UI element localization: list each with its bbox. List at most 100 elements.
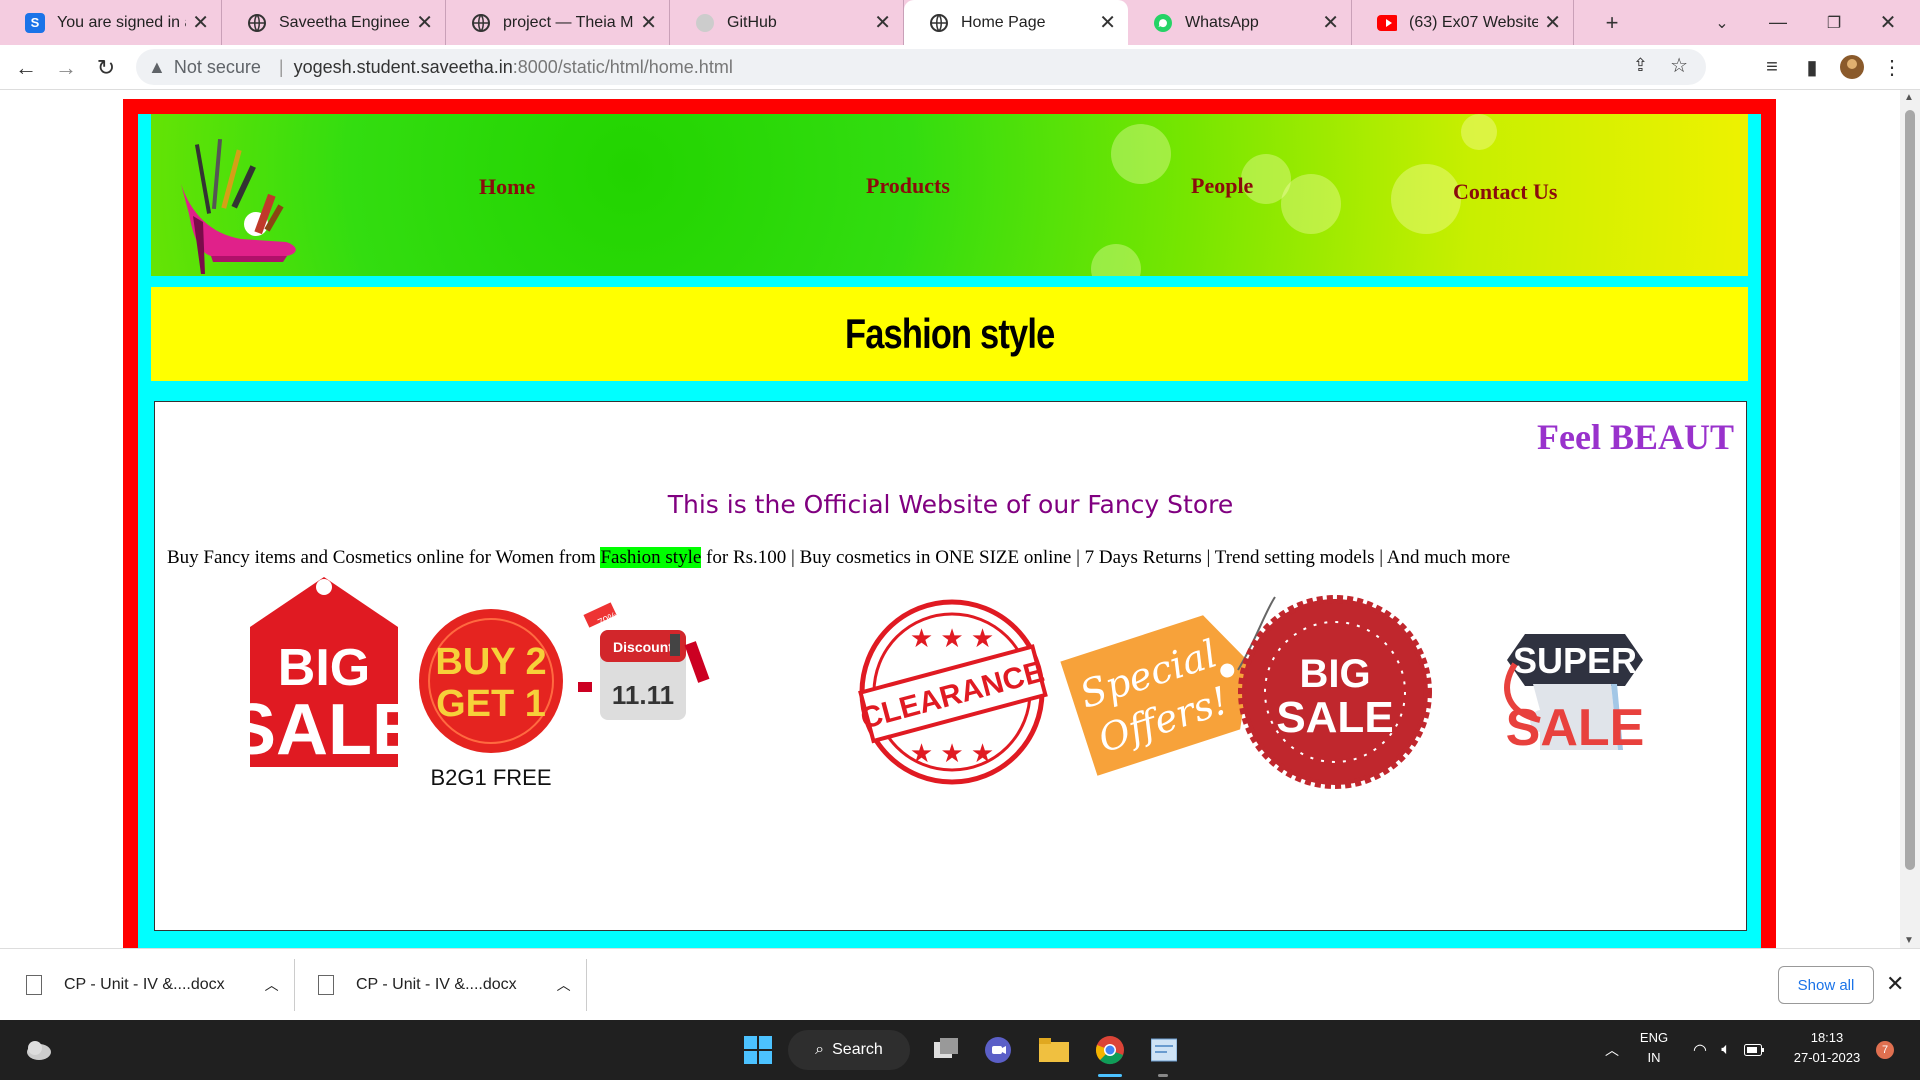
wifi-icon[interactable]: ◠ bbox=[1688, 1030, 1712, 1070]
speaker-icon[interactable]: 🔈︎ bbox=[1714, 1030, 1738, 1070]
warning-icon[interactable]: ▲ bbox=[148, 57, 166, 78]
star-icon: ★ ★ ★ bbox=[910, 623, 994, 653]
tab-signed-in[interactable]: S You are signed in as 2 ✕ bbox=[0, 0, 222, 45]
close-window-button[interactable]: ✕ bbox=[1868, 0, 1908, 45]
globe-icon bbox=[471, 13, 491, 33]
chrome-icon[interactable] bbox=[1090, 1030, 1130, 1070]
task-view-icon[interactable] bbox=[928, 1030, 964, 1070]
page-red-frame: Home Products People Contact Us Fashion … bbox=[123, 99, 1776, 948]
close-tab-icon[interactable]: ✕ bbox=[1099, 10, 1116, 35]
clearance-stamp-badge: CLEARANCE ★ ★ ★ ★ ★ ★ bbox=[857, 599, 1048, 785]
tab-title: Home Page bbox=[961, 13, 1046, 31]
badge-text: SALE bbox=[1506, 699, 1645, 757]
globe-icon bbox=[247, 13, 267, 33]
banner-title: Fashion style bbox=[844, 310, 1055, 357]
new-tab-button[interactable]: + bbox=[1594, 0, 1630, 45]
show-all-button[interactable]: Show all bbox=[1778, 966, 1874, 1004]
close-tab-icon[interactable]: ✕ bbox=[1322, 10, 1339, 35]
download-item[interactable]: CP - Unit - IV &....docx ︿ bbox=[26, 949, 294, 1021]
divider bbox=[294, 959, 295, 1011]
high-heel-logo bbox=[181, 138, 296, 274]
tab-youtube[interactable]: (63) Ex07 Website for ✕ bbox=[1352, 0, 1574, 45]
title-banner: Fashion style bbox=[151, 287, 1748, 381]
tab-saveetha[interactable]: Saveetha Engineering ✕ bbox=[222, 0, 446, 45]
chevron-up-icon[interactable]: ︿ bbox=[1600, 1030, 1624, 1070]
tab-title: Saveetha Engineering bbox=[279, 13, 410, 31]
separator: | bbox=[278, 56, 284, 77]
globe-icon bbox=[929, 13, 949, 33]
teams-chat-icon[interactable] bbox=[980, 1030, 1016, 1070]
language-indicator[interactable]: ENG IN bbox=[1636, 1028, 1672, 1068]
whatsapp-icon bbox=[1153, 13, 1173, 33]
app-icon[interactable] bbox=[1146, 1030, 1182, 1070]
content-box: Feel BEAUT This is the Official Website … bbox=[154, 401, 1747, 931]
discount-calendar-badge: Discount 11.11 70% bbox=[578, 602, 710, 720]
start-button[interactable] bbox=[740, 1030, 776, 1070]
tab-title: WhatsApp bbox=[1185, 13, 1259, 31]
scrollbar-thumb[interactable] bbox=[1905, 110, 1915, 870]
forward-button[interactable]: → bbox=[48, 45, 84, 90]
tab-whatsapp[interactable]: WhatsApp ✕ bbox=[1128, 0, 1352, 45]
file-explorer-icon[interactable] bbox=[1036, 1030, 1072, 1070]
reload-button[interactable]: ↻ bbox=[88, 45, 124, 90]
tab-home-page[interactable]: Home Page ✕ bbox=[904, 0, 1128, 45]
minimize-button[interactable]: — bbox=[1758, 0, 1798, 45]
github-icon bbox=[695, 13, 715, 33]
chevron-up-icon[interactable]: ︿ bbox=[265, 975, 279, 995]
site-header: Home Products People Contact Us bbox=[151, 114, 1748, 276]
divider bbox=[586, 959, 587, 1011]
close-tab-icon[interactable]: ✕ bbox=[1544, 10, 1561, 35]
tab-search-chevron-icon[interactable]: ⌄ bbox=[1704, 0, 1740, 45]
back-button[interactable]: ← bbox=[8, 45, 44, 90]
bokeh-circle bbox=[1391, 164, 1461, 234]
security-label[interactable]: Not secure bbox=[174, 57, 261, 78]
close-tab-icon[interactable]: ✕ bbox=[416, 10, 433, 35]
lang-label: ENG bbox=[1639, 1030, 1669, 1045]
menu-kebab-icon[interactable]: ⋮ bbox=[1876, 51, 1908, 83]
nav-home-link[interactable]: Home bbox=[479, 174, 535, 200]
buy2-get1-badge: BUY 2 GET 1 B2G1 FREE bbox=[419, 609, 563, 790]
battery-icon[interactable] bbox=[1742, 1030, 1766, 1070]
close-tab-icon[interactable]: ✕ bbox=[192, 10, 209, 35]
badge-text: SALE bbox=[228, 690, 420, 770]
nav-products-link[interactable]: Products bbox=[866, 173, 950, 199]
tab-theia[interactable]: project — Theia Multi ✕ bbox=[446, 0, 670, 45]
sale-badges: BIG SALE BUY 2 GET 1 B2G1 FREE Discount … bbox=[228, 577, 1645, 790]
close-tab-icon[interactable]: ✕ bbox=[874, 10, 891, 35]
tab-github[interactable]: GitHub ✕ bbox=[670, 0, 904, 45]
nav-contact-link[interactable]: Contact Us bbox=[1453, 179, 1558, 205]
notification-badge[interactable]: 7 bbox=[1876, 1041, 1894, 1059]
download-filename: CP - Unit - IV &....docx bbox=[356, 976, 517, 993]
chevron-up-icon[interactable]: ︿ bbox=[557, 975, 571, 995]
address-bar[interactable]: ▲ Not secure | yogesh.student.saveetha.i… bbox=[136, 49, 1706, 85]
tab-title: (63) Ex07 Website for bbox=[1409, 13, 1539, 31]
reading-list-icon[interactable]: ≡ bbox=[1756, 51, 1788, 83]
toolbar: ← → ↻ ▲ Not secure | yogesh.student.save… bbox=[0, 45, 1920, 90]
browser-tab-strip: S You are signed in as 2 ✕ Saveetha Engi… bbox=[0, 0, 1920, 45]
date-label: 27-01-2023 bbox=[1793, 1050, 1861, 1065]
star-icon[interactable]: ☆ bbox=[1670, 53, 1688, 78]
close-download-bar-icon[interactable]: ✕ bbox=[1886, 971, 1904, 997]
badge-text: BUY 2 bbox=[435, 641, 546, 683]
running-app-indicator bbox=[1158, 1074, 1168, 1077]
weather-icon[interactable] bbox=[20, 1030, 56, 1070]
badge-text: SALE bbox=[1276, 693, 1393, 742]
clock[interactable]: 18:13 27-01-2023 bbox=[1782, 1028, 1872, 1068]
bokeh-circle bbox=[1111, 124, 1171, 184]
avatar[interactable] bbox=[1836, 51, 1868, 83]
badge-text: BIG bbox=[278, 639, 370, 697]
nav-people-link[interactable]: People bbox=[1191, 173, 1253, 199]
star-icon: ★ ★ ★ bbox=[910, 738, 994, 768]
share-icon[interactable]: ⇪ bbox=[1633, 55, 1648, 76]
download-item[interactable]: CP - Unit - IV &....docx ︿ bbox=[318, 949, 586, 1021]
side-panel-icon[interactable]: ▮ bbox=[1796, 51, 1828, 83]
bokeh-circle bbox=[1281, 174, 1341, 234]
url-host: yogesh.student.saveetha.in bbox=[293, 56, 513, 77]
scroll-down-icon[interactable]: ▼ bbox=[1904, 935, 1914, 946]
restore-button[interactable]: ❐ bbox=[1814, 0, 1854, 45]
close-tab-icon[interactable]: ✕ bbox=[640, 10, 657, 35]
vertical-scrollbar[interactable]: ▲ ▼ bbox=[1900, 90, 1920, 948]
scroll-up-icon[interactable]: ▲ bbox=[1904, 92, 1914, 103]
taskbar-search-button[interactable]: ⌕ Search bbox=[788, 1030, 910, 1070]
windows-taskbar: ⌕ Search ︿ ENG IN ◠ 🔈︎ 18:13 27-01-2023 7 bbox=[0, 1020, 1920, 1080]
